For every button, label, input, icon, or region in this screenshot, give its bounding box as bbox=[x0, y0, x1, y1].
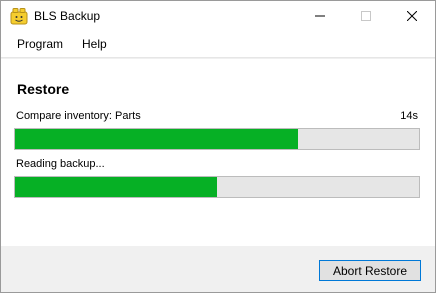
minimize-button[interactable] bbox=[297, 1, 343, 31]
title-bar[interactable]: BLS Backup bbox=[1, 1, 435, 31]
lego-brick-icon bbox=[10, 8, 28, 25]
maximize-icon bbox=[361, 11, 371, 21]
task-time: 14s bbox=[400, 110, 418, 122]
minimize-icon bbox=[315, 15, 325, 17]
maximize-button[interactable] bbox=[343, 1, 389, 31]
menu-program[interactable]: Program bbox=[17, 37, 63, 51]
menu-bar: Program Help bbox=[1, 31, 435, 58]
section-heading: Restore bbox=[17, 81, 70, 97]
status-progress-bar bbox=[14, 176, 420, 198]
status-label: Reading backup... bbox=[16, 158, 105, 170]
button-bar: Abort Restore bbox=[1, 246, 435, 292]
close-button[interactable] bbox=[389, 1, 435, 31]
close-icon bbox=[407, 11, 417, 21]
restore-panel: Restore Compare inventory: Parts 14s Rea… bbox=[1, 59, 435, 246]
task-progress-bar bbox=[14, 128, 420, 150]
menu-help[interactable]: Help bbox=[82, 37, 107, 51]
status-progress-fill bbox=[15, 177, 217, 197]
abort-restore-button[interactable]: Abort Restore bbox=[319, 260, 421, 281]
task-label: Compare inventory: Parts bbox=[16, 110, 141, 122]
app-window: BLS Backup Program Help Restore Compare … bbox=[0, 0, 436, 293]
task-progress-fill bbox=[15, 129, 298, 149]
window-title: BLS Backup bbox=[34, 9, 101, 23]
